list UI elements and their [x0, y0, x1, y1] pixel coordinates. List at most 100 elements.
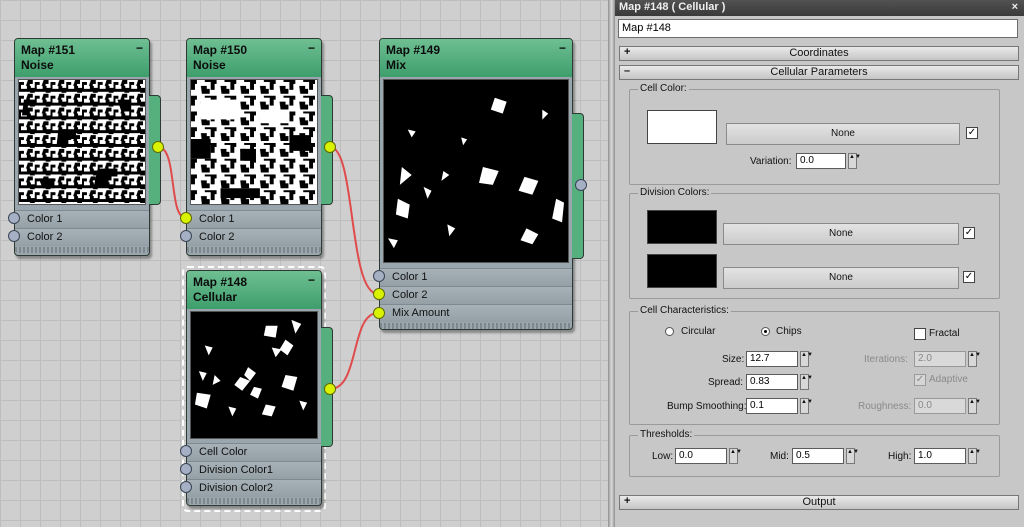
rollout-label: Cellular Parameters: [770, 66, 868, 78]
size-spinner[interactable]: ▲▼: [800, 351, 813, 367]
node-map-148-cellular[interactable]: Map #148 Cellular − Cell Color Division …: [186, 270, 333, 506]
node-150-in-color1-socket[interactable]: [180, 212, 192, 224]
wire-151-to-150-color1: [157, 146, 187, 219]
node-148-in-divcolor1-socket[interactable]: [180, 463, 192, 475]
node-149-in-color2-socket[interactable]: [373, 288, 385, 300]
node-151-in-color1-socket[interactable]: [8, 212, 20, 224]
group-label: Cell Color:: [638, 83, 689, 94]
port-division-color1[interactable]: Division Color1: [187, 461, 321, 479]
threshold-low-spinner[interactable]: ▲▼: [729, 448, 742, 464]
division-color2-checkbox[interactable]: ✓: [963, 271, 975, 283]
node-map-149-mix[interactable]: Map #149 Mix − Color 1 Color 2 Mix Amoun…: [379, 38, 584, 330]
panel-title: Map #148 ( Cellular ): [619, 1, 726, 13]
node-header[interactable]: Map #148 Cellular −: [187, 271, 321, 309]
threshold-high-spinner[interactable]: ▲▼: [968, 448, 981, 464]
wire-148-to-149-mixamount: [329, 312, 379, 390]
cell-color-map-button[interactable]: None: [726, 123, 960, 145]
threshold-high-input[interactable]: 1.0: [914, 448, 966, 464]
close-icon[interactable]: ×: [1012, 0, 1018, 15]
group-division-colors: Division Colors: None ✓ None ✓: [629, 187, 1000, 299]
minimize-icon[interactable]: −: [308, 41, 315, 56]
rollout-output[interactable]: + Output: [619, 495, 1019, 510]
port-cell-color[interactable]: Cell Color: [187, 443, 321, 461]
node-149-in-color1-socket[interactable]: [373, 270, 385, 282]
roughness-spinner[interactable]: ▲▼: [968, 398, 981, 414]
node-header[interactable]: Map #150 Noise −: [187, 39, 321, 77]
node-map-151-noise[interactable]: Map #151 Noise − Color 1 Color 2: [14, 38, 161, 256]
threshold-mid-spinner[interactable]: ▲▼: [846, 448, 859, 464]
spread-spinner[interactable]: ▲▼: [800, 374, 813, 390]
noise-preview-image: [18, 79, 146, 205]
bump-smoothing-spinner[interactable]: ▲▼: [800, 398, 813, 414]
rollout-coordinates[interactable]: + Coordinates: [619, 46, 1019, 61]
cell-color-map-checkbox[interactable]: ✓: [966, 127, 978, 139]
threshold-low-input[interactable]: 0.0: [675, 448, 727, 464]
division-color2-swatch[interactable]: [647, 254, 717, 288]
node-150-output-socket[interactable]: [324, 141, 336, 153]
wire-150-to-149-color2: [329, 146, 379, 295]
node-149-in-mixamount-socket[interactable]: [373, 307, 385, 319]
group-label: Division Colors:: [638, 187, 712, 198]
division-color1-map-button[interactable]: None: [723, 223, 959, 245]
threshold-low-label: Low:: [652, 451, 674, 462]
map-name-field[interactable]: Map #148: [618, 19, 1018, 38]
node-148-in-divcolor2-socket[interactable]: [180, 481, 192, 493]
division-color1-swatch[interactable]: [647, 210, 717, 244]
variation-input[interactable]: 0.0: [796, 153, 846, 169]
adaptive-checkbox[interactable]: ✓: [914, 374, 926, 386]
material-node-graph[interactable]: Map #151 Noise − Color 1 Color 2 Map #15…: [0, 0, 608, 527]
panel-splitter[interactable]: [608, 0, 615, 527]
variation-spinner[interactable]: ▲▼: [848, 153, 861, 169]
group-cell-color: Cell Color: None ✓ Variation: 0.0 ▲▼: [629, 83, 1000, 185]
node-title: Map #149: [386, 43, 441, 57]
node-150-in-color2-socket[interactable]: [180, 230, 192, 242]
node-type: Cellular: [193, 290, 238, 304]
port-color-2[interactable]: Color 2: [187, 228, 321, 246]
iterations-input[interactable]: 2.0: [914, 351, 966, 367]
iterations-spinner[interactable]: ▲▼: [968, 351, 981, 367]
node-149-output-socket[interactable]: [575, 179, 587, 191]
division-color2-map-button[interactable]: None: [723, 267, 959, 289]
node-type: Noise: [21, 58, 54, 72]
node-151-in-color2-socket[interactable]: [8, 230, 20, 242]
rollout-cellular-parameters[interactable]: – Cellular Parameters: [619, 65, 1019, 80]
size-input[interactable]: 12.7: [746, 351, 798, 367]
port-color-1[interactable]: Color 1: [15, 210, 149, 228]
port-color-2[interactable]: Color 2: [380, 286, 572, 304]
spread-label: Spread:: [708, 377, 744, 388]
threshold-mid-input[interactable]: 0.5: [792, 448, 844, 464]
node-footer: [380, 323, 572, 329]
group-thresholds: Thresholds: Low: 0.0 ▲▼ Mid: 0.5 ▲▼ High…: [629, 429, 1000, 477]
minimize-icon[interactable]: −: [308, 273, 315, 288]
roughness-input[interactable]: 0.0: [914, 398, 966, 414]
node-header[interactable]: Map #149 Mix −: [380, 39, 572, 77]
node-148-in-cellcolor-socket[interactable]: [180, 445, 192, 457]
chips-radio[interactable]: [761, 327, 770, 336]
port-division-color2[interactable]: Division Color2: [187, 479, 321, 497]
expand-icon: +: [624, 46, 631, 58]
iterations-label: Iterations:: [864, 354, 908, 365]
port-color-1[interactable]: Color 1: [380, 268, 572, 286]
cell-color-swatch[interactable]: [647, 110, 717, 144]
rollout-label: Output: [802, 496, 836, 508]
division-color1-checkbox[interactable]: ✓: [963, 227, 975, 239]
group-label: Thresholds:: [638, 429, 695, 440]
bump-smoothing-input[interactable]: 0.1: [746, 398, 798, 414]
node-map-150-noise[interactable]: Map #150 Noise − Color 1 Color 2: [186, 38, 333, 256]
chips-label: Chips: [776, 326, 802, 337]
minimize-icon[interactable]: −: [136, 41, 143, 56]
node-151-output-socket[interactable]: [152, 141, 164, 153]
node-title: Map #151: [21, 43, 76, 57]
node-footer: [187, 247, 321, 253]
node-148-output-socket[interactable]: [324, 383, 336, 395]
port-mix-amount[interactable]: Mix Amount: [380, 304, 572, 322]
port-color-2[interactable]: Color 2: [15, 228, 149, 246]
minimize-icon[interactable]: −: [559, 41, 566, 56]
node-header[interactable]: Map #151 Noise −: [15, 39, 149, 77]
fractal-checkbox[interactable]: [914, 328, 926, 340]
bump-smoothing-label: Bump Smoothing:: [667, 401, 747, 412]
expand-icon: +: [624, 495, 631, 507]
spread-input[interactable]: 0.83: [746, 374, 798, 390]
circular-radio[interactable]: [665, 327, 674, 336]
port-color-1[interactable]: Color 1: [187, 210, 321, 228]
